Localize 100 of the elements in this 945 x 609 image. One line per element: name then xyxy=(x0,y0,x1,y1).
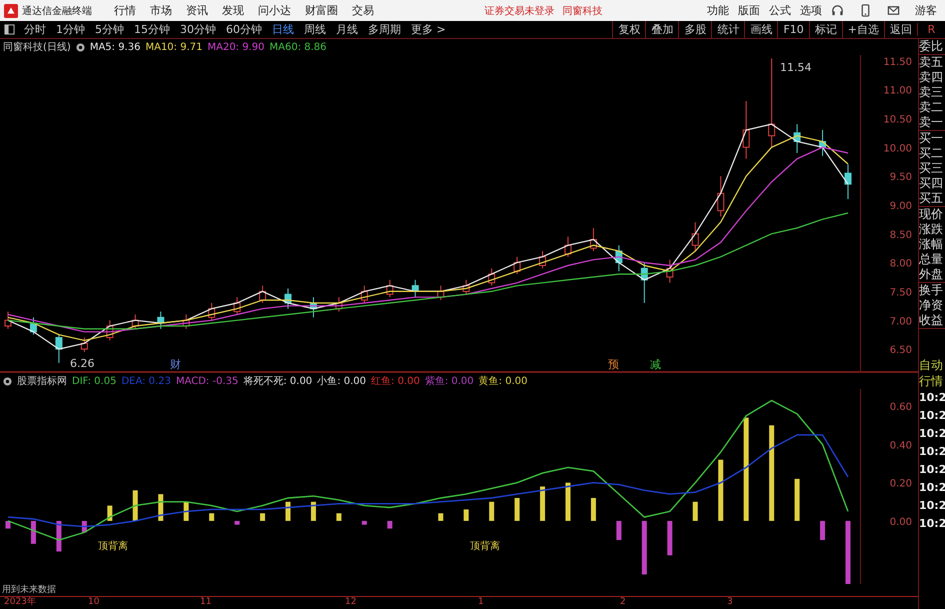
candlestick xyxy=(284,288,292,310)
quote-label: 卖四 xyxy=(919,70,944,85)
axis-tick-label: 8.50 xyxy=(890,230,912,241)
menu-item[interactable]: 交易 xyxy=(352,3,374,18)
histogram-bar xyxy=(718,460,724,521)
trade-time: 10:2 xyxy=(919,390,945,406)
period-tab[interactable]: 周线 xyxy=(299,22,331,37)
quote-label: 买四 xyxy=(919,176,944,191)
menu-item[interactable]: 行情 xyxy=(114,3,136,18)
candlestick xyxy=(182,314,190,330)
window-icon[interactable] xyxy=(4,24,15,35)
trade-time: 10:2 xyxy=(919,516,945,532)
period-tab[interactable]: 30分钟 xyxy=(175,22,221,37)
settings-icon[interactable] xyxy=(76,42,85,52)
trade-time: 10:2 xyxy=(919,426,945,442)
quote-label: 现价 xyxy=(919,207,944,222)
quote-label: 涨幅 xyxy=(919,237,944,252)
chart-annotation: 顶背离 xyxy=(470,541,500,552)
histogram-bar xyxy=(642,520,647,574)
legend-label: MACD: -0.35 xyxy=(176,376,238,386)
quote-label: 卖二 xyxy=(919,100,944,115)
period-tab[interactable]: 月线 xyxy=(331,22,363,37)
candlestick xyxy=(234,296,241,315)
chart-annotation: 财 xyxy=(170,358,181,371)
histogram-bar xyxy=(82,520,87,532)
notice-link[interactable]: 证券交易未登录 xyxy=(484,4,554,18)
menu-item[interactable]: 功能 xyxy=(707,3,729,18)
period-tab[interactable]: 分时 xyxy=(19,22,51,37)
user-label[interactable]: 游客 xyxy=(915,3,937,18)
candlestick xyxy=(437,285,444,301)
chart-annotation: 减 xyxy=(650,358,661,371)
envelope-icon[interactable] xyxy=(887,4,900,17)
candlestick xyxy=(412,279,419,298)
candlestick xyxy=(80,337,88,352)
settings-icon[interactable] xyxy=(3,376,12,386)
date-axis-label: 12 xyxy=(345,597,356,608)
legend-label: 将死不死: 0.00 xyxy=(243,375,312,388)
candlestick xyxy=(615,244,622,272)
legend-label: 红鱼: 0.00 xyxy=(371,375,420,388)
candlestick xyxy=(514,256,521,275)
menu-item[interactable]: 选项 xyxy=(800,3,822,18)
quote-label: 净资 xyxy=(919,298,944,313)
quote-label: 买三 xyxy=(919,161,944,176)
menu-item[interactable]: 市场 xyxy=(150,3,172,18)
axis-tick-label: 11.50 xyxy=(883,56,912,68)
mode-label[interactable]: 自动 xyxy=(919,357,945,373)
legend-label: MA20: 9.90 xyxy=(207,42,264,52)
mode-label[interactable]: 行情 xyxy=(919,373,945,389)
legend-label: 紫鱼: 0.00 xyxy=(424,374,474,388)
period-tab[interactable]: 15分钟 xyxy=(129,22,175,37)
candlestick xyxy=(564,236,572,258)
histogram-bar xyxy=(362,520,367,525)
menu-item[interactable]: 公式 xyxy=(769,3,791,18)
period-tab[interactable]: 60分钟 xyxy=(221,22,267,37)
phone-icon[interactable] xyxy=(859,4,872,17)
menu-item[interactable]: 问小达 xyxy=(258,3,291,18)
period-tab[interactable]: 多周期 xyxy=(363,22,406,37)
quote-label: 外盘 xyxy=(919,267,944,282)
legend-label: MA60: 8.86 xyxy=(270,42,327,52)
axis-tick-label: 0.00 xyxy=(890,516,912,528)
period-tab[interactable]: 更多 > xyxy=(406,22,451,37)
candlestick xyxy=(488,268,496,286)
candlestick xyxy=(310,296,317,318)
notice-link[interactable]: 同窗科技 xyxy=(562,4,602,18)
period-tab[interactable]: 5分钟 xyxy=(90,22,129,37)
menu-item[interactable]: 财富圈 xyxy=(305,3,338,18)
candlestick xyxy=(844,164,852,200)
histogram-bar xyxy=(566,482,570,521)
quote-label: 卖一 xyxy=(919,115,944,130)
histogram-bar xyxy=(30,520,36,544)
quote-label: 总量 xyxy=(919,252,944,267)
axis-tick-label: 7.00 xyxy=(890,316,912,328)
period-tab[interactable]: 日线 xyxy=(267,22,299,37)
period-tab[interactable]: 1分钟 xyxy=(51,22,90,37)
histogram-bar xyxy=(438,513,444,521)
legend-label: 黄鱼: 0.00 xyxy=(478,374,528,388)
menu-item[interactable]: 发现 xyxy=(222,3,244,18)
histogram-bar xyxy=(489,502,494,521)
legend-label: 小鱼: 0.00 xyxy=(317,374,366,388)
axis-tick-label: 9.50 xyxy=(890,172,912,184)
menu-item[interactable]: 资讯 xyxy=(186,3,208,18)
axis-tick-label: 8.00 xyxy=(890,258,912,270)
candlestick xyxy=(157,311,164,330)
candlestick xyxy=(360,285,368,304)
candlestick xyxy=(462,279,470,295)
date-axis-label: 2023年 xyxy=(4,597,36,608)
legend-label: DEA: 0.23 xyxy=(121,376,171,386)
quote-label: 买一 xyxy=(919,131,944,146)
trade-time: 10:2 xyxy=(919,408,945,424)
axis-tick-label: 6.50 xyxy=(890,345,912,356)
quote-label: 买二 xyxy=(919,146,944,161)
menu-item[interactable]: 版面 xyxy=(738,3,760,18)
axis-tick-label: 11.00 xyxy=(883,86,912,97)
candlestick xyxy=(539,250,546,269)
histogram-bar xyxy=(286,502,290,521)
candlestick xyxy=(132,314,139,330)
histogram-bar xyxy=(6,520,10,529)
headset-icon[interactable] xyxy=(831,4,844,17)
axis-tick-label: 0.40 xyxy=(890,440,912,452)
date-axis-label: 1 xyxy=(478,597,484,608)
